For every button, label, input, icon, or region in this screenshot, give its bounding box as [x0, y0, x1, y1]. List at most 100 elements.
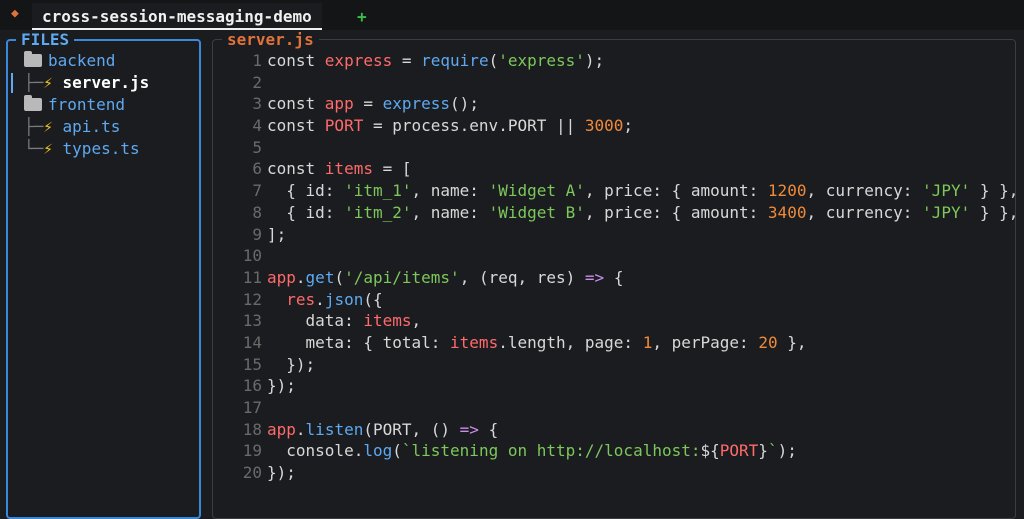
code-token: 'JPY' — [922, 181, 971, 201]
line-number: 2 — [252, 72, 262, 92]
code-line[interactable]: }); — [267, 375, 1017, 397]
code-token: items — [363, 311, 412, 331]
line-number-gutter: 1 2 3 4 5 6 7 8 9 10 11 12 13 14 15 16 17 18 19 20 — [212, 50, 262, 484]
code-token: items — [324, 159, 373, 179]
new-tab-button[interactable]: + — [357, 3, 367, 31]
code-line[interactable]: }); — [267, 354, 1017, 376]
code-token: , currency: — [806, 181, 923, 201]
code-line[interactable]: app.get('/api/items', (req, res) => { — [267, 267, 1017, 289]
line-number: 13 — [242, 311, 262, 331]
code-token: ]; — [267, 224, 287, 244]
code-token: (PORT, () — [363, 419, 460, 439]
tree-guide: └─ — [24, 139, 44, 158]
code-line[interactable]: res.json({ — [267, 289, 1017, 311]
code-token: } — [758, 441, 768, 461]
code-token: 'itm_1' — [344, 181, 412, 201]
code-token: { id: — [267, 202, 345, 222]
code-token: items — [450, 332, 499, 352]
code-token: . — [315, 289, 325, 309]
code-token: '/api/items' — [344, 267, 460, 287]
line-number: 19 — [242, 441, 262, 461]
code-token: 'Widget A' — [488, 181, 585, 201]
code-token: app — [324, 94, 354, 114]
code-token: ; — [623, 116, 634, 136]
code-line[interactable]: }); — [267, 462, 1017, 484]
code-token: }, — [777, 332, 807, 352]
tree-folder-backend[interactable]: backend — [24, 50, 115, 72]
code-token: 'express' — [498, 51, 585, 70]
code-token: express — [382, 94, 451, 114]
code-token: require — [421, 51, 489, 70]
code-area[interactable]: const express = require('express'); cons… — [267, 50, 1017, 484]
code-token: const — [267, 116, 325, 136]
code-token: = — [392, 51, 422, 70]
code-token: } }, — [970, 181, 1017, 201]
line-number: 5 — [252, 137, 262, 157]
line-number: 18 — [242, 419, 262, 439]
tree-file-label: types.ts — [52, 139, 140, 158]
code-token: = process.env.PORT || — [363, 116, 585, 136]
tree-folder-label: frontend — [48, 95, 126, 114]
line-number: 17 — [242, 398, 262, 417]
bolt-icon: ⚡ — [43, 117, 53, 136]
code-line[interactable] — [267, 72, 1017, 94]
code-line[interactable]: console.log(`listening on http://localho… — [267, 440, 1017, 462]
tree-guide: ├─ — [24, 73, 44, 92]
tab-active[interactable]: cross-session-messaging-demo — [32, 3, 322, 30]
code-token: 'itm_2' — [344, 202, 412, 222]
code-token: `listening on http://localhost: — [401, 441, 701, 461]
code-token: app — [267, 419, 296, 439]
code-token: . — [295, 419, 306, 439]
code-line[interactable] — [267, 397, 1017, 419]
line-number: 9 — [252, 224, 262, 244]
code-token: console. — [267, 441, 364, 461]
code-token: 3400 — [767, 202, 807, 222]
code-line[interactable]: { id: 'itm_2', name: 'Widget B', price: … — [267, 202, 1017, 224]
code-line[interactable]: app.listen(PORT, () => { — [267, 419, 1017, 441]
code-line[interactable]: const app = express(); — [267, 93, 1017, 115]
code-token: log — [363, 441, 393, 461]
code-line[interactable] — [267, 137, 1017, 159]
code-token: meta: { total: — [267, 332, 451, 352]
code-token: = [ — [372, 159, 412, 179]
tree-file-api.ts[interactable]: ├─⚡ api.ts — [24, 116, 120, 138]
bolt-icon: ⚡ — [43, 73, 53, 92]
code-token: , currency: — [806, 202, 923, 222]
code-token: app — [267, 267, 296, 287]
diamond-icon: ◆ — [11, 6, 19, 21]
active-file-marker — [11, 73, 13, 93]
code-line[interactable]: { id: 'itm_1', name: 'Widget A', price: … — [267, 180, 1017, 202]
code-line[interactable]: const PORT = process.env.PORT || 3000; — [267, 115, 1017, 137]
code-token: ` — [767, 441, 778, 461]
code-line[interactable] — [267, 245, 1017, 267]
code-token: { — [478, 419, 499, 439]
tree-folder-frontend[interactable]: frontend — [24, 94, 125, 116]
code-token: }); — [267, 376, 296, 396]
code-line[interactable]: ]; — [267, 224, 1017, 246]
code-token: 3000 — [584, 116, 624, 136]
code-token: , (req, res) — [459, 267, 585, 287]
code-token: ( — [392, 441, 402, 461]
code-line[interactable]: const items = [ — [267, 158, 1017, 180]
tree-file-types.ts[interactable]: └─⚡ types.ts — [24, 138, 140, 160]
code-token: => — [459, 419, 479, 439]
folder-icon — [24, 51, 42, 67]
code-token: PORT — [324, 116, 364, 136]
code-line[interactable]: meta: { total: items.length, page: 1, pe… — [267, 332, 1017, 354]
line-number: 12 — [242, 289, 262, 309]
line-number: 7 — [252, 181, 262, 201]
code-token: . — [295, 267, 306, 287]
tree-folder-label: backend — [48, 51, 116, 70]
code-token: data: — [267, 311, 364, 331]
code-token: ); — [777, 441, 797, 461]
line-number: 8 — [252, 202, 262, 222]
tree-file-server.js[interactable]: ├─⚡ server.js — [24, 72, 149, 94]
code-token: .length, page: — [498, 332, 643, 352]
code-token: }); — [267, 463, 296, 483]
code-token: , perPage: — [652, 332, 759, 352]
code-line[interactable]: data: items, — [267, 310, 1017, 332]
code-line[interactable]: const express = require('express'); — [267, 50, 1017, 72]
code-token: get — [305, 267, 335, 287]
code-token: , price: { amount: — [584, 202, 768, 222]
